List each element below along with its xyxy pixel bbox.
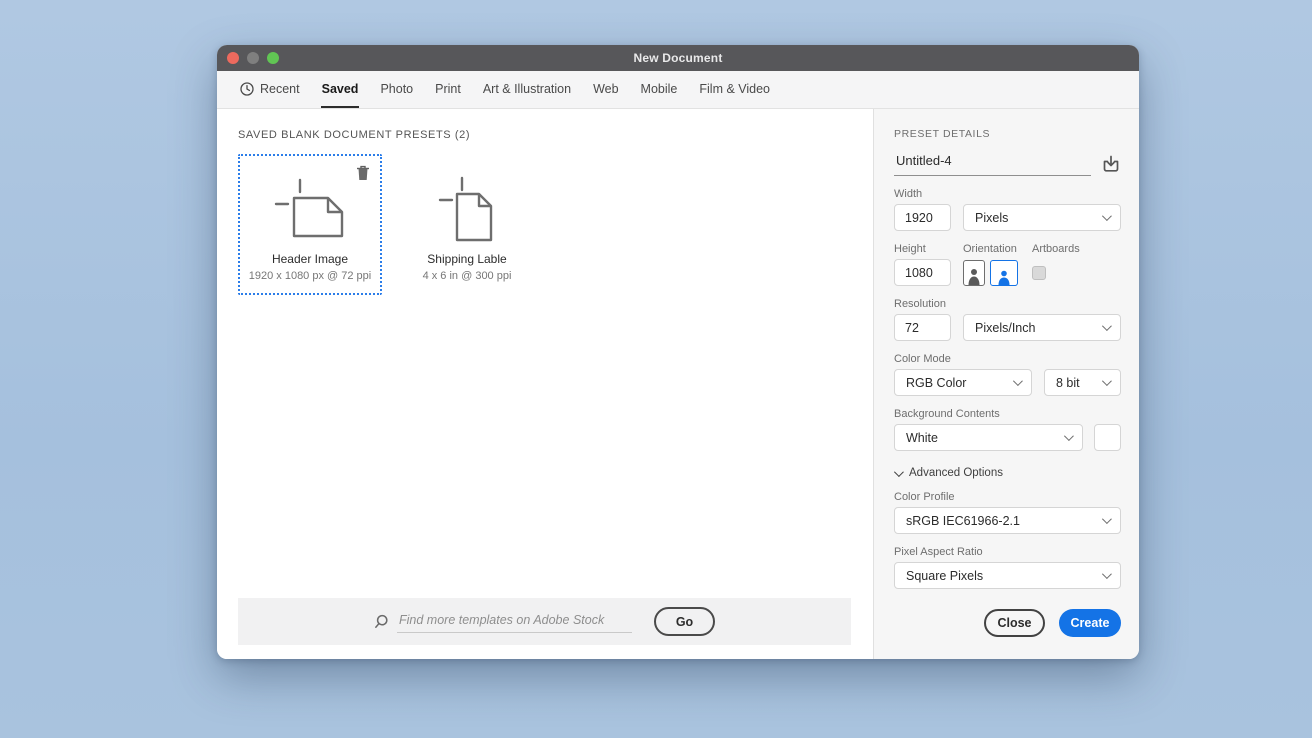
- bit-depth-select[interactable]: 8 bit: [1044, 369, 1121, 396]
- orientation-landscape-button[interactable]: [990, 260, 1018, 286]
- pixel-aspect-ratio-select[interactable]: Square Pixels: [894, 562, 1121, 589]
- portrait-person-icon: [967, 267, 981, 285]
- chevron-down-icon: [1102, 211, 1112, 221]
- color-profile-select[interactable]: sRGB IEC61966-2.1: [894, 507, 1121, 534]
- advanced-options-toggle[interactable]: Advanced Options: [894, 467, 1121, 479]
- resolution-label: Resolution: [894, 298, 1121, 310]
- preset-card-header-image[interactable]: Header Image 1920 x 1080 px @ 72 ppi: [238, 154, 382, 295]
- chevron-down-icon: [1102, 569, 1112, 579]
- search-icon: [374, 614, 389, 629]
- color-mode-select[interactable]: RGB Color: [894, 369, 1032, 396]
- artboards-checkbox[interactable]: [1032, 266, 1046, 280]
- color-mode-value: RGB Color: [906, 376, 966, 390]
- document-name-input[interactable]: [894, 153, 1091, 176]
- tab-label: Saved: [322, 82, 359, 96]
- tab-label: Web: [593, 82, 618, 96]
- resolution-unit-value: Pixels/Inch: [975, 321, 1035, 335]
- resolution-unit-select[interactable]: Pixels/Inch: [963, 314, 1121, 341]
- tab-label: Recent: [260, 82, 300, 96]
- chevron-down-icon: [1102, 321, 1112, 331]
- presets-area: SAVED BLANK DOCUMENT PRESETS (2): [217, 109, 873, 659]
- chevron-down-icon: [1102, 376, 1112, 386]
- preset-spec: 1920 x 1080 px @ 72 ppi: [249, 270, 371, 282]
- tab-label: Film & Video: [699, 82, 770, 96]
- artboards-label: Artboards: [1032, 243, 1080, 255]
- color-profile-value: sRGB IEC61966-2.1: [906, 514, 1020, 528]
- height-input[interactable]: [894, 259, 951, 286]
- tab-saved[interactable]: Saved: [321, 71, 360, 108]
- create-button[interactable]: Create: [1059, 609, 1121, 637]
- clock-icon: [240, 82, 254, 96]
- chevron-down-icon: [1013, 376, 1023, 386]
- adobe-stock-search-band: Go: [238, 598, 851, 645]
- presets-heading: SAVED BLANK DOCUMENT PRESETS (2): [238, 129, 873, 141]
- tab-label: Photo: [380, 82, 413, 96]
- search-input[interactable]: [397, 611, 632, 633]
- desktop-background: New Document Recent Saved Photo Print Ar…: [0, 0, 1312, 738]
- preset-name: Shipping Lable: [427, 252, 506, 266]
- titlebar[interactable]: New Document: [217, 45, 1139, 71]
- width-label: Width: [894, 188, 1121, 200]
- tab-label: Art & Illustration: [483, 82, 571, 96]
- tab-film-video[interactable]: Film & Video: [698, 71, 771, 108]
- tab-label: Print: [435, 82, 461, 96]
- background-contents-value: White: [906, 431, 938, 445]
- delete-preset-icon[interactable]: [356, 165, 370, 181]
- landscape-person-icon: [997, 269, 1011, 285]
- panel-heading: PRESET DETAILS: [894, 128, 1121, 140]
- height-label: Height: [894, 243, 951, 255]
- preset-details-panel: PRESET DETAILS Width Pixels: [873, 109, 1139, 659]
- pixel-aspect-ratio-value: Square Pixels: [906, 569, 983, 583]
- zoom-window-icon[interactable]: [267, 52, 279, 64]
- chevron-down-icon: [894, 467, 904, 477]
- advanced-options-label: Advanced Options: [909, 467, 1003, 479]
- orientation-portrait-button[interactable]: [963, 260, 985, 286]
- bit-depth-value: 8 bit: [1056, 376, 1080, 390]
- close-window-icon[interactable]: [227, 52, 239, 64]
- tab-label: Mobile: [641, 82, 678, 96]
- orientation-label: Orientation: [963, 243, 1018, 255]
- landscape-document-icon: [272, 168, 348, 250]
- tab-recent[interactable]: Recent: [239, 71, 301, 108]
- new-document-dialog: New Document Recent Saved Photo Print Ar…: [217, 45, 1139, 659]
- color-profile-label: Color Profile: [894, 491, 1121, 503]
- width-input[interactable]: [894, 204, 951, 231]
- portrait-document-icon: [436, 168, 498, 250]
- tab-print[interactable]: Print: [434, 71, 462, 108]
- pixel-aspect-ratio-label: Pixel Aspect Ratio: [894, 546, 1121, 558]
- tab-photo[interactable]: Photo: [379, 71, 414, 108]
- tab-mobile[interactable]: Mobile: [640, 71, 679, 108]
- preset-name: Header Image: [272, 252, 348, 266]
- category-tabbar: Recent Saved Photo Print Art & Illustrat…: [217, 71, 1139, 109]
- width-unit-select[interactable]: Pixels: [963, 204, 1121, 231]
- chevron-down-icon: [1064, 431, 1074, 441]
- background-contents-label: Background Contents: [894, 408, 1121, 420]
- preset-cards: Header Image 1920 x 1080 px @ 72 ppi: [238, 154, 873, 295]
- save-preset-icon[interactable]: [1101, 154, 1121, 174]
- resolution-input[interactable]: [894, 314, 951, 341]
- traffic-lights: [227, 45, 279, 71]
- preset-card-shipping-lable[interactable]: Shipping Lable 4 x 6 in @ 300 ppi: [395, 154, 539, 295]
- chevron-down-icon: [1102, 514, 1112, 524]
- tab-art-illustration[interactable]: Art & Illustration: [482, 71, 572, 108]
- preset-spec: 4 x 6 in @ 300 ppi: [423, 270, 512, 282]
- go-button[interactable]: Go: [654, 607, 715, 636]
- background-color-swatch[interactable]: [1094, 424, 1121, 451]
- color-mode-label: Color Mode: [894, 353, 1121, 365]
- window-title: New Document: [633, 51, 722, 65]
- close-button[interactable]: Close: [984, 609, 1045, 637]
- width-unit-value: Pixels: [975, 211, 1008, 225]
- background-contents-select[interactable]: White: [894, 424, 1083, 451]
- minimize-window-icon[interactable]: [247, 52, 259, 64]
- tab-web[interactable]: Web: [592, 71, 619, 108]
